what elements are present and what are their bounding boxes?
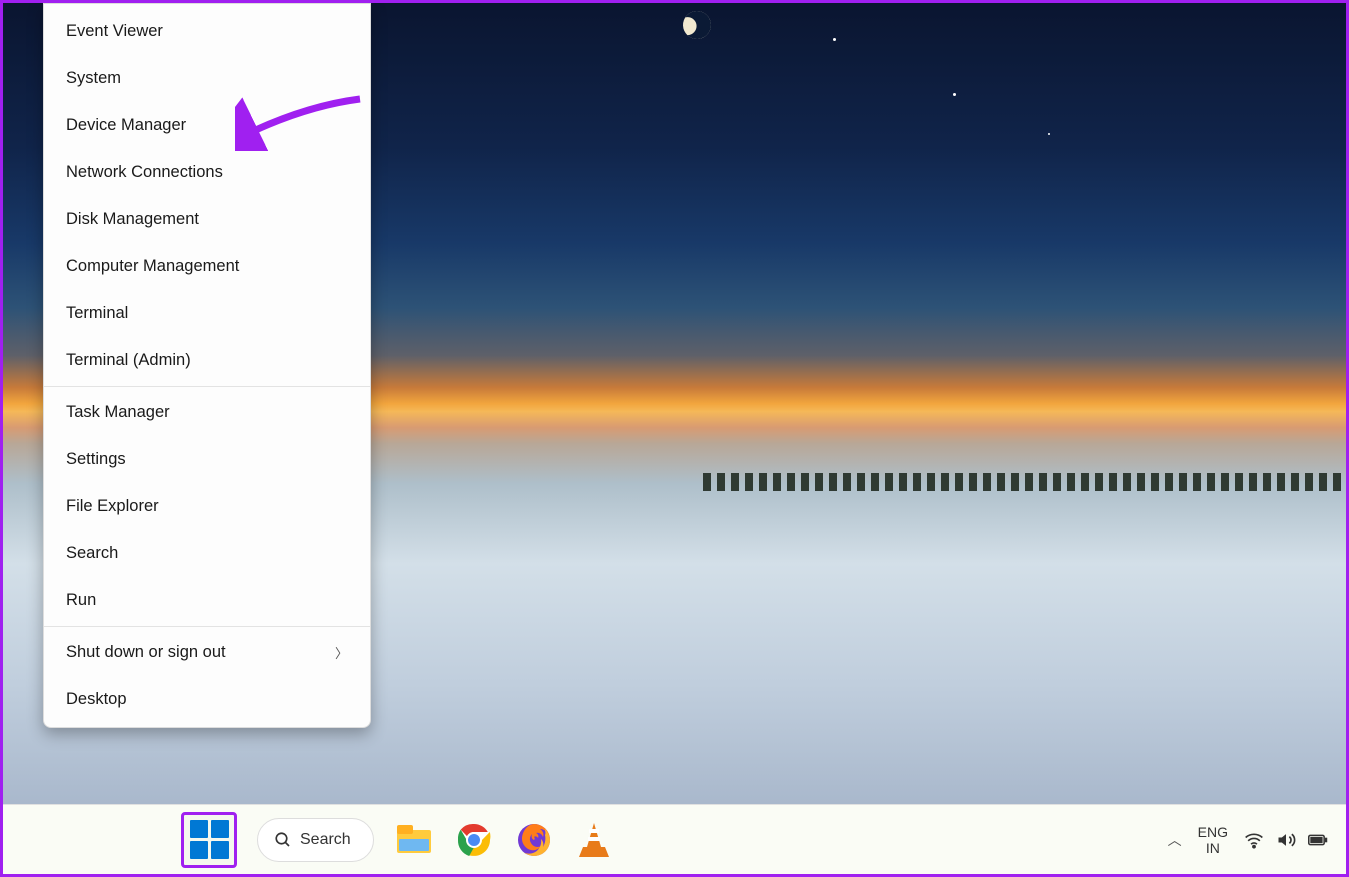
vlc-icon (579, 823, 609, 857)
battery-icon[interactable] (1308, 830, 1328, 850)
menu-item-label: System (66, 69, 121, 88)
tray-overflow-button[interactable]: ︿ (1168, 830, 1182, 850)
windows-logo-icon (190, 820, 229, 859)
file-explorer-icon (397, 825, 431, 855)
menu-item-task-manager[interactable]: Task Manager (44, 389, 370, 436)
menu-item-file-explorer[interactable]: File Explorer (44, 483, 370, 530)
menu-item-network-connections[interactable]: Network Connections (44, 149, 370, 196)
menu-item-label: Shut down or sign out (66, 643, 226, 662)
taskbar: Search ︿ ENG IN (3, 804, 1346, 874)
menu-item-disk-management[interactable]: Disk Management (44, 196, 370, 243)
search-icon (274, 831, 292, 849)
language-indicator[interactable]: ENG IN (1198, 824, 1228, 856)
menu-item-label: File Explorer (66, 497, 159, 516)
taskbar-search[interactable]: Search (257, 818, 374, 862)
taskbar-app-chrome[interactable] (454, 820, 494, 860)
volume-icon[interactable] (1276, 830, 1296, 850)
menu-separator (44, 386, 370, 387)
menu-item-system[interactable]: System (44, 55, 370, 102)
chrome-icon (457, 823, 491, 857)
menu-item-run[interactable]: Run (44, 577, 370, 624)
firefox-icon (517, 823, 551, 857)
menu-item-shut-down-or-sign-out[interactable]: Shut down or sign out 〉 (44, 629, 370, 676)
menu-item-label: Computer Management (66, 257, 239, 276)
wifi-icon[interactable] (1244, 830, 1264, 850)
taskbar-app-vlc[interactable] (574, 820, 614, 860)
star-graphic (1048, 133, 1050, 135)
taskbar-app-file-explorer[interactable] (394, 820, 434, 860)
menu-item-label: Event Viewer (66, 22, 163, 41)
chevron-right-icon: 〉 (335, 643, 348, 662)
system-tray: ︿ ENG IN (1168, 824, 1328, 856)
start-button[interactable] (181, 812, 237, 868)
language-line1: ENG (1198, 824, 1228, 840)
menu-separator (44, 626, 370, 627)
menu-item-label: Device Manager (66, 116, 186, 135)
menu-item-device-manager[interactable]: Device Manager (44, 102, 370, 149)
star-graphic (953, 93, 956, 96)
menu-item-label: Task Manager (66, 403, 170, 422)
taskbar-app-firefox[interactable] (514, 820, 554, 860)
menu-item-event-viewer[interactable]: Event Viewer (44, 8, 370, 55)
search-label: Search (300, 831, 351, 849)
menu-item-computer-management[interactable]: Computer Management (44, 243, 370, 290)
menu-item-label: Terminal (66, 304, 128, 323)
menu-item-label: Terminal (Admin) (66, 351, 191, 370)
desktop-wallpaper: Event Viewer System Device Manager Netwo… (3, 3, 1346, 804)
menu-item-label: Desktop (66, 690, 127, 709)
menu-item-settings[interactable]: Settings (44, 436, 370, 483)
menu-item-label: Network Connections (66, 163, 223, 182)
language-line2: IN (1198, 840, 1228, 856)
moon-graphic (678, 6, 715, 43)
star-graphic (833, 38, 836, 41)
tree-line-graphic (703, 473, 1346, 491)
menu-item-terminal[interactable]: Terminal (44, 290, 370, 337)
menu-item-search[interactable]: Search (44, 530, 370, 577)
winx-context-menu: Event Viewer System Device Manager Netwo… (43, 3, 371, 728)
menu-item-desktop[interactable]: Desktop (44, 676, 370, 723)
menu-item-label: Run (66, 591, 96, 610)
menu-item-terminal-admin[interactable]: Terminal (Admin) (44, 337, 370, 384)
menu-item-label: Settings (66, 450, 126, 469)
menu-item-label: Search (66, 544, 118, 563)
menu-item-label: Disk Management (66, 210, 199, 229)
